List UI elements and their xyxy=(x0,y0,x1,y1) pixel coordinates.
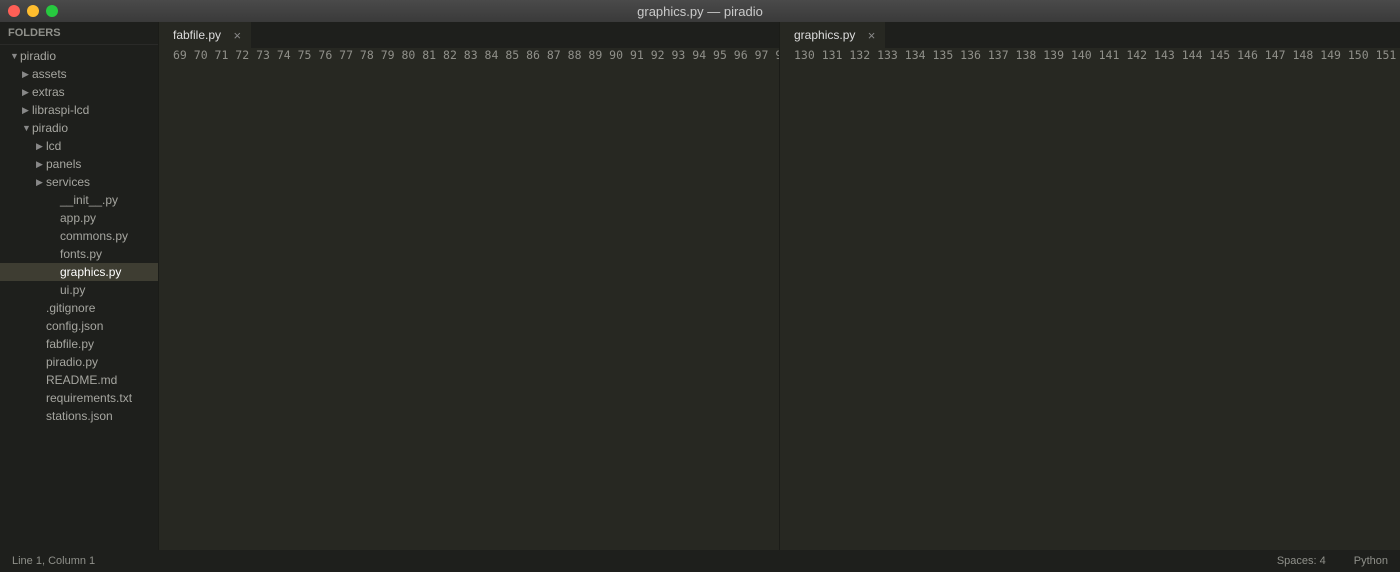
tree-item---init---py[interactable]: __init__.py xyxy=(0,191,158,209)
tree-item-label: assets xyxy=(32,67,67,81)
code-editor[interactable]: 69 70 71 72 73 74 75 76 77 78 79 80 81 8… xyxy=(159,48,779,550)
tab-label: fabfile.py xyxy=(173,28,221,42)
close-window-icon[interactable] xyxy=(8,5,20,17)
tree-item-fonts-py[interactable]: fonts.py xyxy=(0,245,158,263)
window-title: graphics.py — piradio xyxy=(637,4,763,19)
tree-item-label: README.md xyxy=(46,373,117,387)
tree-item-app-py[interactable]: app.py xyxy=(0,209,158,227)
close-icon[interactable]: × xyxy=(233,28,241,43)
sidebar: FOLDERS ▼piradio▶assets▶extras▶libraspi-… xyxy=(0,22,158,550)
tree-arrow-icon: ▶ xyxy=(22,69,32,80)
tree-item-label: piradio xyxy=(20,49,56,63)
tree-item-label: piradio.py xyxy=(46,355,98,369)
zoom-window-icon[interactable] xyxy=(46,5,58,17)
tree-item--gitignore[interactable]: .gitignore xyxy=(0,299,158,317)
tree-item-label: fonts.py xyxy=(60,247,102,261)
tree-item-lcd[interactable]: ▶lcd xyxy=(0,137,158,155)
tree-item-label: requirements.txt xyxy=(46,391,132,405)
tree-item-label: fabfile.py xyxy=(46,337,94,351)
line-gutter: 69 70 71 72 73 74 75 76 77 78 79 80 81 8… xyxy=(159,48,779,550)
tree-item-label: config.json xyxy=(46,319,103,333)
tab-label: graphics.py xyxy=(794,28,855,42)
tabbar: graphics.py × xyxy=(780,22,1400,48)
close-icon[interactable]: × xyxy=(868,28,876,43)
code-editor[interactable]: 130 131 132 133 134 135 136 137 138 139 … xyxy=(780,48,1400,550)
tabbar: fabfile.py × xyxy=(159,22,779,48)
tree-item-label: libraspi-lcd xyxy=(32,103,89,117)
tree-item-piradio-py[interactable]: piradio.py xyxy=(0,353,158,371)
tree-item-label: graphics.py xyxy=(60,265,121,279)
folder-tree: ▼piradio▶assets▶extras▶libraspi-lcd▼pira… xyxy=(0,45,158,427)
editor-pane-1: graphics.py × 130 131 132 133 134 135 136 … xyxy=(779,22,1400,550)
tree-arrow-icon: ▶ xyxy=(22,87,32,98)
tree-item-label: stations.json xyxy=(46,409,113,423)
editor-pane-0: fabfile.py × 69 70 71 72 73 74 75 76 77 78… xyxy=(158,22,779,550)
tree-item-label: piradio xyxy=(32,121,68,135)
tab-fabfile-py[interactable]: fabfile.py × xyxy=(159,22,251,48)
tree-item-stations-json[interactable]: stations.json xyxy=(0,407,158,425)
tree-item-ui-py[interactable]: ui.py xyxy=(0,281,158,299)
tree-item-assets[interactable]: ▶assets xyxy=(0,65,158,83)
tree-item-label: services xyxy=(46,175,90,189)
tree-item-requirements-txt[interactable]: requirements.txt xyxy=(0,389,158,407)
tree-item-panels[interactable]: ▶panels xyxy=(0,155,158,173)
tree-item-readme-md[interactable]: README.md xyxy=(0,371,158,389)
minimize-window-icon[interactable] xyxy=(27,5,39,17)
tree-item-piradio[interactable]: ▼piradio xyxy=(0,119,158,137)
line-gutter: 130 131 132 133 134 135 136 137 138 139 … xyxy=(780,48,1400,550)
tree-item-services[interactable]: ▶services xyxy=(0,173,158,191)
tree-item-label: panels xyxy=(46,157,81,171)
tree-item-libraspi-lcd[interactable]: ▶libraspi-lcd xyxy=(0,101,158,119)
tree-item-commons-py[interactable]: commons.py xyxy=(0,227,158,245)
window-controls xyxy=(8,5,58,17)
tree-arrow-icon: ▶ xyxy=(22,105,32,116)
tree-arrow-icon: ▶ xyxy=(36,159,46,170)
tree-item-label: commons.py xyxy=(60,229,128,243)
tree-arrow-icon: ▼ xyxy=(10,51,20,61)
editor-panes: fabfile.py × 69 70 71 72 73 74 75 76 77 78… xyxy=(158,22,1400,550)
tree-arrow-icon: ▶ xyxy=(36,141,46,152)
sidebar-header: FOLDERS xyxy=(0,22,158,45)
tree-arrow-icon: ▼ xyxy=(22,123,32,133)
tree-item-fabfile-py[interactable]: fabfile.py xyxy=(0,335,158,353)
tree-item-label: lcd xyxy=(46,139,61,153)
tree-item-label: app.py xyxy=(60,211,96,225)
tab-graphics-py[interactable]: graphics.py × xyxy=(780,22,885,48)
main-area: FOLDERS ▼piradio▶assets▶extras▶libraspi-… xyxy=(0,22,1400,550)
tree-item-label: extras xyxy=(32,85,65,99)
status-cursor-position[interactable]: Line 1, Column 1 xyxy=(12,555,95,567)
tree-item-label: .gitignore xyxy=(46,301,95,315)
tree-item-label: __init__.py xyxy=(60,193,118,207)
tree-item-extras[interactable]: ▶extras xyxy=(0,83,158,101)
statusbar: Line 1, Column 1 Spaces: 4 Python xyxy=(0,550,1400,572)
titlebar: graphics.py — piradio xyxy=(0,0,1400,22)
tree-item-piradio[interactable]: ▼piradio xyxy=(0,47,158,65)
tree-arrow-icon: ▶ xyxy=(36,177,46,188)
tree-item-label: ui.py xyxy=(60,283,85,297)
status-indentation[interactable]: Spaces: 4 xyxy=(1277,555,1326,567)
tree-item-config-json[interactable]: config.json xyxy=(0,317,158,335)
tree-item-graphics-py[interactable]: graphics.py xyxy=(0,263,158,281)
status-language[interactable]: Python xyxy=(1354,555,1388,567)
